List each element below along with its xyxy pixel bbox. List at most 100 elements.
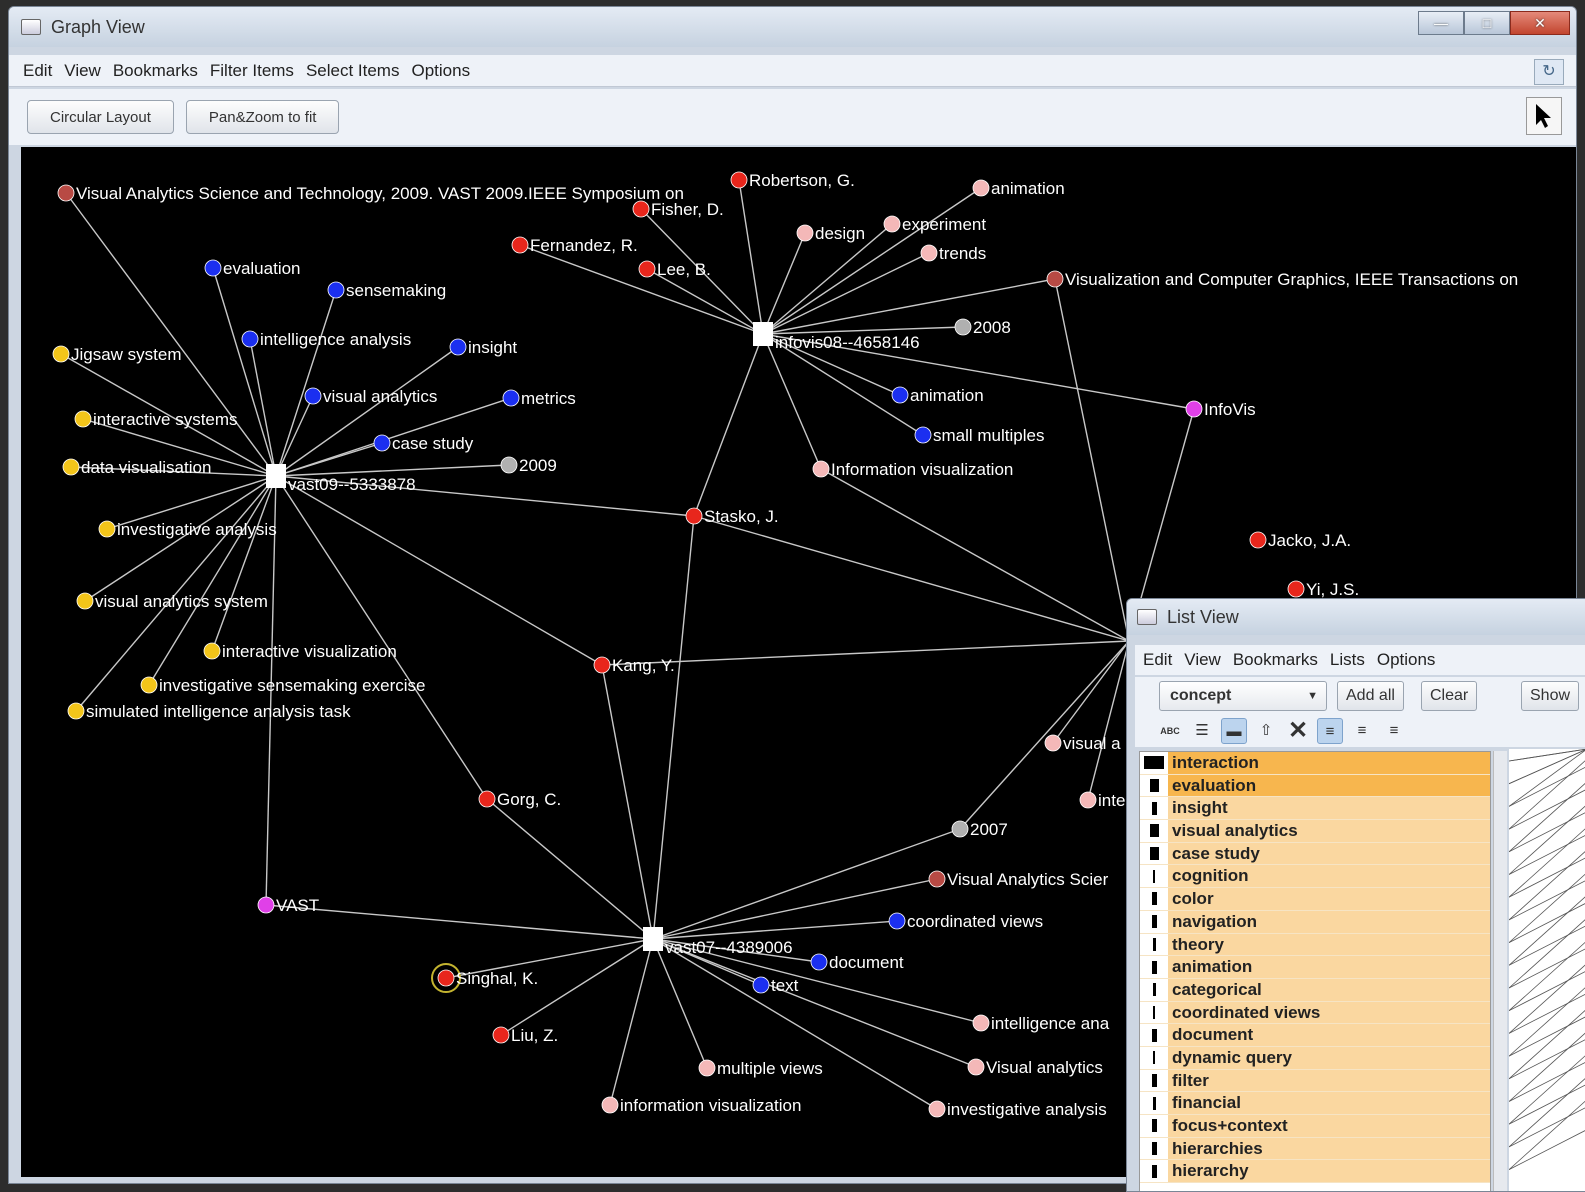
graph-node-dot[interactable] [449,338,467,356]
graph-node[interactable]: intelligence analysis [241,330,411,349]
graph-node[interactable]: Information visualization [812,460,1013,479]
graph-node-dot[interactable] [967,1058,985,1076]
list-item[interactable]: financial [1140,1092,1490,1115]
graph-node-dot[interactable] [632,200,650,218]
graph-node-dot[interactable] [954,318,972,336]
list-scrollbar[interactable] [1493,751,1507,1191]
graph-node-dot[interactable] [257,896,275,914]
graph-node[interactable]: 2008 [954,318,1011,337]
menu-select-items[interactable]: Select Items [306,61,400,81]
graph-node[interactable]: intelligence ana [972,1014,1110,1033]
graph-node-dot[interactable] [796,224,814,242]
document-hub-node[interactable]: vast07--4389006 [643,927,793,957]
list-menu-lists[interactable]: Lists [1330,650,1365,670]
graph-node-dot[interactable] [241,330,259,348]
graph-node[interactable]: metrics [502,389,576,408]
graph-node[interactable]: Fisher, D. [632,200,724,219]
list-item[interactable]: filter [1140,1069,1490,1093]
list-item[interactable]: color [1140,888,1490,911]
list-item[interactable]: interaction [1140,752,1490,775]
graph-node[interactable]: Jacko, J.A. [1249,531,1351,550]
graph-node[interactable]: inte [1079,791,1125,810]
graph-node-dot[interactable] [752,976,770,994]
circular-layout-button[interactable]: Circular Layout [27,100,174,134]
document-hub-square[interactable] [643,927,663,951]
graph-node[interactable]: Stasko, J. [685,507,779,526]
graph-node-dot[interactable] [140,676,158,694]
graph-node[interactable]: text [752,976,799,995]
graph-node[interactable]: animation [891,386,984,405]
graph-node[interactable]: Visual Analytics Scier [928,870,1109,889]
graph-node-dot[interactable] [888,912,906,930]
graph-node-dot[interactable] [928,1100,946,1118]
list-menu-view[interactable]: View [1184,650,1221,670]
graph-node-dot[interactable] [327,281,345,299]
list-item[interactable]: cognition [1140,865,1490,889]
graph-node[interactable]: Jigsaw system [52,345,182,364]
graph-node[interactable]: case study [373,434,474,453]
graph-node-dot[interactable] [67,702,85,720]
list-item[interactable]: hierarchies [1140,1137,1490,1161]
align-center-icon[interactable]: ≡ [1349,718,1375,744]
list-menu-edit[interactable]: Edit [1143,650,1172,670]
graph-node[interactable]: visual a [1044,734,1121,753]
graph-node[interactable]: simulated intelligence analysis task [67,702,351,721]
list-type-select[interactable]: concept ▼ [1159,681,1327,711]
graph-node[interactable]: investigative sensemaking exercise [140,676,425,695]
graph-node-dot[interactable] [1249,531,1267,549]
list-item[interactable]: categorical [1140,978,1490,1002]
graph-node[interactable]: Visualization and Computer Graphics, IEE… [1046,270,1518,289]
graph-node[interactable]: multiple views [698,1059,823,1078]
list-menu-bookmarks[interactable]: Bookmarks [1233,650,1318,670]
sort-list-icon[interactable]: ☰ [1189,718,1215,744]
graph-node-dot[interactable] [951,820,969,838]
list-item[interactable]: insight [1140,797,1490,821]
graph-node[interactable]: coordinated views [888,912,1043,931]
list-view-titlebar[interactable]: List View [1127,599,1585,635]
graph-node-dot[interactable] [698,1059,716,1077]
graph-node[interactable]: VAST [257,896,319,915]
graph-node-dot[interactable] [1185,400,1203,418]
graph-node-dot[interactable] [1046,270,1064,288]
graph-node-dot[interactable] [972,179,990,197]
graph-node-dot[interactable] [203,642,221,660]
list-item[interactable]: hierarchy [1140,1160,1490,1184]
show-button[interactable]: Show [1521,681,1580,711]
export-icon[interactable]: ⇧ [1253,718,1279,744]
graph-node-dot[interactable] [52,345,70,363]
graph-view-titlebar[interactable]: Graph View — □ ✕ [9,7,1576,47]
graph-node-dot[interactable] [601,1096,619,1114]
graph-node-dot[interactable] [593,656,611,674]
graph-node-dot[interactable] [730,171,748,189]
graph-node[interactable]: interactive visualization [203,642,397,661]
close-button[interactable]: ✕ [1510,11,1570,35]
graph-node[interactable]: Robertson, G. [730,171,855,190]
list-item[interactable]: dynamic query [1140,1046,1490,1070]
graph-node-dot[interactable] [511,236,529,254]
graph-node-dot[interactable] [492,1026,510,1044]
list-item[interactable]: coordinated views [1140,1001,1490,1025]
graph-node[interactable]: small multiples [914,426,1044,445]
refresh-layout-icon[interactable]: ↻ [1534,59,1564,85]
graph-node[interactable]: data visualisation [62,458,211,477]
graph-node-dot[interactable] [373,434,391,452]
graph-node-dot[interactable] [62,458,80,476]
graph-node[interactable]: visual analytics system [76,592,268,611]
document-hub-node[interactable]: vast09--5333878 [266,464,416,494]
graph-node[interactable]: Gorg, C. [478,790,561,809]
pointer-tool-button[interactable] [1526,97,1562,135]
minimize-button[interactable]: — [1418,11,1464,35]
align-left-icon[interactable]: ≡ [1317,718,1343,744]
list-item[interactable]: navigation [1140,910,1490,934]
graph-node-dot[interactable] [76,592,94,610]
graph-node[interactable]: Liu, Z. [492,1026,558,1045]
graph-node[interactable]: Fernandez, R. [511,236,638,255]
graph-node-dot[interactable] [57,184,75,202]
graph-node-dot[interactable] [1287,580,1305,598]
list-item[interactable]: evaluation [1140,774,1490,798]
menu-bookmarks[interactable]: Bookmarks [113,61,198,81]
bar-view-icon[interactable]: ▬ [1221,718,1247,744]
add-all-button[interactable]: Add all [1337,681,1404,711]
graph-node[interactable]: animation [972,179,1065,198]
menu-edit[interactable]: Edit [23,61,52,81]
